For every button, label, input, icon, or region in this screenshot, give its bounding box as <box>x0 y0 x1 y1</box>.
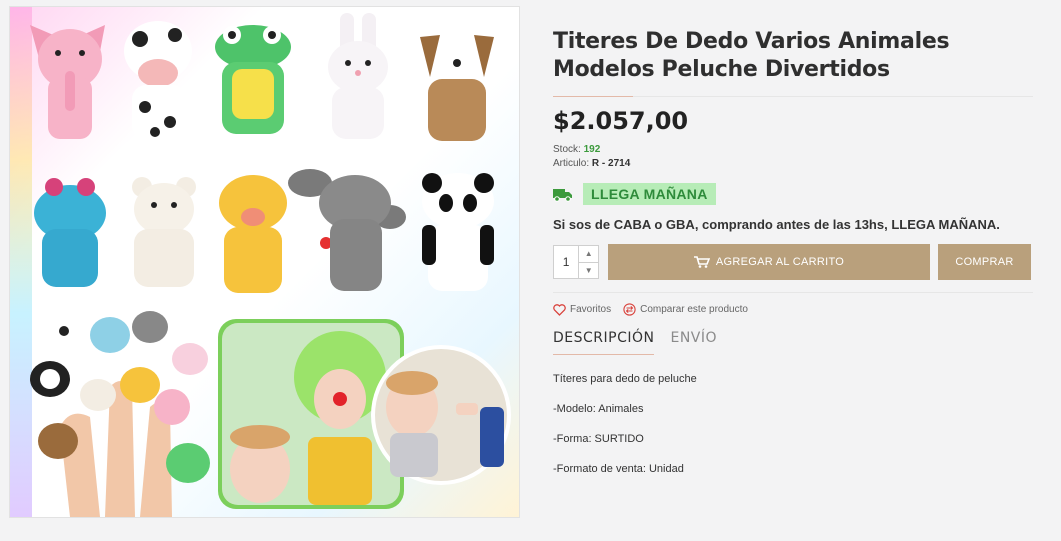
quantity-steps: ▲ ▼ <box>578 246 598 278</box>
shipping-row: LLEGA MAÑANA <box>553 183 1033 205</box>
stock-label: Stock: <box>553 144 581 155</box>
product-image[interactable] <box>9 6 520 518</box>
child-photo <box>371 345 511 485</box>
product-price: $2.057,00 <box>553 107 689 135</box>
product-page: Titeres De Dedo Varios Animales Modelos … <box>0 0 1061 541</box>
product-title: Titeres De Dedo Varios Animales Modelos … <box>553 28 1033 84</box>
sku-line: Articulo: R - 2714 <box>553 157 1033 171</box>
sku-label: Articulo: <box>553 158 590 169</box>
tab-description[interactable]: DESCRIPCIÓN <box>553 330 655 355</box>
quantity-input[interactable]: 1 <box>554 246 578 278</box>
blue-hippo-puppet <box>34 178 106 287</box>
product-actions: Favoritos Comparar este producto <box>553 303 1033 316</box>
truck-icon <box>553 189 572 202</box>
product-title-line1: Titeres De Dedo Varios Animales <box>553 29 950 54</box>
product-description: Títeres para dedo de peluche -Modelo: An… <box>553 373 1033 475</box>
add-to-cart-label: AGREGAR AL CARRITO <box>715 256 845 268</box>
compare-label: Comparar este producto <box>640 304 748 315</box>
buy-button[interactable]: COMPRAR <box>938 244 1031 280</box>
description-line: -Modelo: Animales <box>553 403 644 415</box>
increment-button[interactable]: ▲ <box>579 246 598 262</box>
compare-icon <box>623 303 636 316</box>
purchase-row: 1 ▲ ▼ AGREGAR AL CARRITO COMPRAR <box>553 244 1033 280</box>
product-meta: Stock: 192 Articulo: R - 2714 <box>553 143 1033 171</box>
divider <box>553 96 1033 97</box>
sku-value: R - 2714 <box>591 158 631 169</box>
quantity-stepper[interactable]: 1 ▲ ▼ <box>553 245 599 279</box>
finger-puppets-photo <box>10 7 519 517</box>
description-line: -Formato de venta: Unidad <box>553 463 684 475</box>
favorites-label: Favoritos <box>570 304 612 315</box>
stock-line: Stock: 192 <box>553 143 1033 157</box>
panda-puppet <box>422 173 494 291</box>
favorites-link[interactable]: Favoritos <box>553 303 612 316</box>
cart-icon <box>693 256 710 268</box>
shipping-notice: Si sos de CABA o GBA, comprando antes de… <box>553 217 1000 232</box>
tab-shipping[interactable]: ENVÍO <box>670 330 717 354</box>
divider-2 <box>553 292 1033 293</box>
frog-puppet <box>215 25 291 134</box>
delivery-badge: LLEGA MAÑANA <box>583 183 716 205</box>
description-line: -Forma: SURTIDO <box>553 433 644 445</box>
product-details: Titeres De Dedo Varios Animales Modelos … <box>553 28 1033 475</box>
stock-value: 192 <box>583 144 601 155</box>
add-to-cart-button[interactable]: AGREGAR AL CARRITO <box>608 244 930 280</box>
decrement-button[interactable]: ▼ <box>579 261 598 279</box>
product-title-line2: Modelos Peluche Divertidos <box>553 57 890 82</box>
product-tabs: DESCRIPCIÓN ENVÍO <box>553 330 1033 355</box>
white-bear-puppet <box>132 177 196 287</box>
heart-icon <box>553 303 566 316</box>
yellow-pig-puppet <box>219 175 287 293</box>
description-line: Títeres para dedo de peluche <box>553 373 697 385</box>
compare-link[interactable]: Comparar este producto <box>623 303 748 316</box>
